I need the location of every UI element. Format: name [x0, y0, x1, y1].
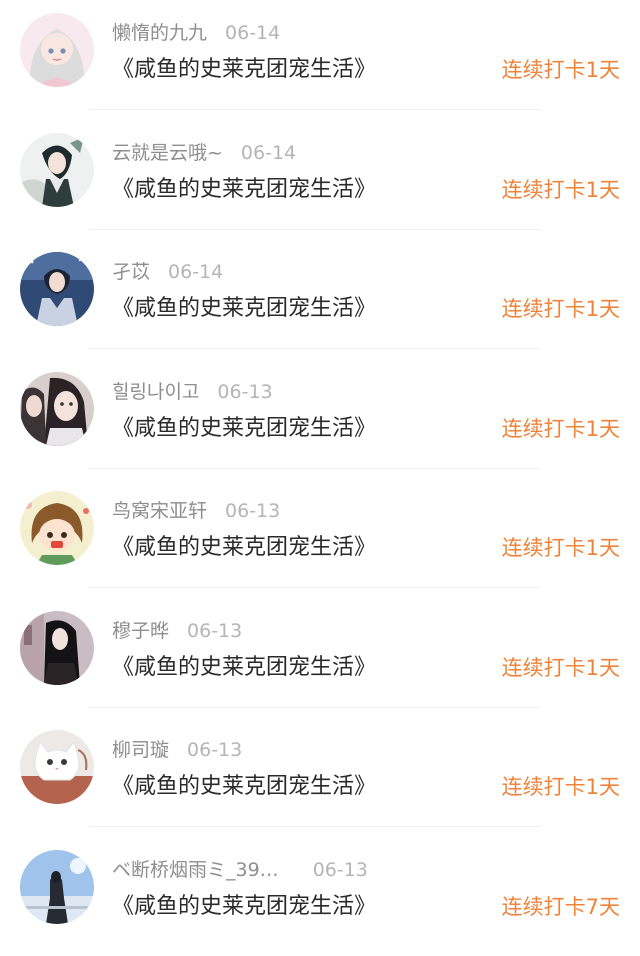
book-title[interactable]: 《咸鱼的史莱克团宠生活》	[112, 653, 376, 683]
book-title[interactable]: 《咸鱼的史莱克团宠生活》	[112, 294, 376, 324]
username[interactable]: 穆子晔	[112, 618, 169, 644]
list-item[interactable]: 柳司璇 06-13 《咸鱼的史莱克团宠生活》 连续打卡1天	[0, 717, 640, 837]
streak-label: 连续打卡1天	[502, 55, 620, 85]
checkin-list: 懒惰的九九 06-14 《咸鱼的史莱克团宠生活》 连续打卡1天 云就是云哦~ 06-…	[0, 0, 640, 950]
book-title[interactable]: 《咸鱼的史莱克团宠生活》	[112, 414, 376, 444]
sky-silhouette-avatar-icon[interactable]	[20, 850, 94, 924]
list-item[interactable]: 孑苡 06-14 《咸鱼的史莱克团宠生活》 连续打卡1天	[0, 239, 640, 359]
list-item[interactable]: 鸟窝宋亚轩 06-13 《咸鱼的史莱克团宠生活》 连续打卡1天	[0, 478, 640, 598]
book-title[interactable]: 《咸鱼的史莱克团宠生活》	[112, 533, 376, 563]
selfie-avatar-icon[interactable]	[20, 372, 94, 446]
checkin-date: 06-13	[187, 618, 242, 644]
book-title[interactable]: 《咸鱼的史莱克团宠生活》	[112, 892, 376, 922]
list-item[interactable]: 云就是云哦~ 06-14 《咸鱼的史莱克团宠生活》 连续打卡1天	[0, 120, 640, 240]
checkin-date: 06-14	[168, 259, 223, 285]
streak-label: 连续打卡1天	[502, 772, 620, 802]
checkin-date: 06-14	[241, 140, 296, 166]
divider	[90, 587, 540, 588]
book-title[interactable]: 《咸鱼的史莱克团宠生活》	[112, 175, 376, 205]
anime-girl-avatar-icon[interactable]	[20, 13, 94, 87]
checkin-date: 06-13	[313, 857, 368, 883]
streak-label: 连续打卡1天	[502, 533, 620, 563]
divider	[90, 826, 540, 827]
list-item[interactable]: 힐링나이고 06-13 《咸鱼的史莱克团宠生活》 连续打卡1天	[0, 359, 640, 479]
anime-boy-avatar-icon[interactable]	[20, 133, 94, 207]
streak-label: 连续打卡7天	[502, 892, 620, 922]
streak-label: 连续打卡1天	[502, 414, 620, 444]
list-item[interactable]: 懒惰的九九 06-14 《咸鱼的史莱克团宠生活》 连续打卡1天	[0, 0, 640, 120]
girl-photo-avatar-icon[interactable]	[20, 611, 94, 685]
username[interactable]: 懒惰的九九	[112, 20, 207, 46]
username[interactable]: ベ断桥烟雨ミ_39…	[112, 857, 279, 883]
divider	[90, 229, 540, 230]
list-item[interactable]: ベ断桥烟雨ミ_39… 06-13 《咸鱼的史莱克团宠生活》 连续打卡7天	[0, 837, 640, 956]
book-title[interactable]: 《咸鱼的史莱克团宠生活》	[112, 55, 376, 85]
checkin-date: 06-13	[187, 737, 242, 763]
cartoon-girl-avatar-icon[interactable]	[20, 491, 94, 565]
book-title[interactable]: 《咸鱼的史莱克团宠生活》	[112, 772, 376, 802]
checkin-date: 06-14	[225, 20, 280, 46]
divider	[90, 348, 540, 349]
streak-label: 连续打卡1天	[502, 653, 620, 683]
username[interactable]: 云就是云哦~	[112, 140, 223, 166]
divider	[90, 109, 540, 110]
username[interactable]: 柳司璇	[112, 737, 169, 763]
anime-boy-night-avatar-icon[interactable]	[20, 252, 94, 326]
username[interactable]: 鸟窝宋亚轩	[112, 498, 207, 524]
username[interactable]: 孑苡	[112, 259, 150, 285]
divider	[90, 468, 540, 469]
checkin-date: 06-13	[225, 498, 280, 524]
streak-label: 连续打卡1天	[502, 175, 620, 205]
streak-label: 连续打卡1天	[502, 294, 620, 324]
white-cat-avatar-icon[interactable]	[20, 730, 94, 804]
checkin-date: 06-13	[217, 379, 272, 405]
username[interactable]: 힐링나이고	[112, 379, 199, 405]
list-item[interactable]: 穆子晔 06-13 《咸鱼的史莱克团宠生活》 连续打卡1天	[0, 598, 640, 718]
divider	[90, 707, 540, 708]
